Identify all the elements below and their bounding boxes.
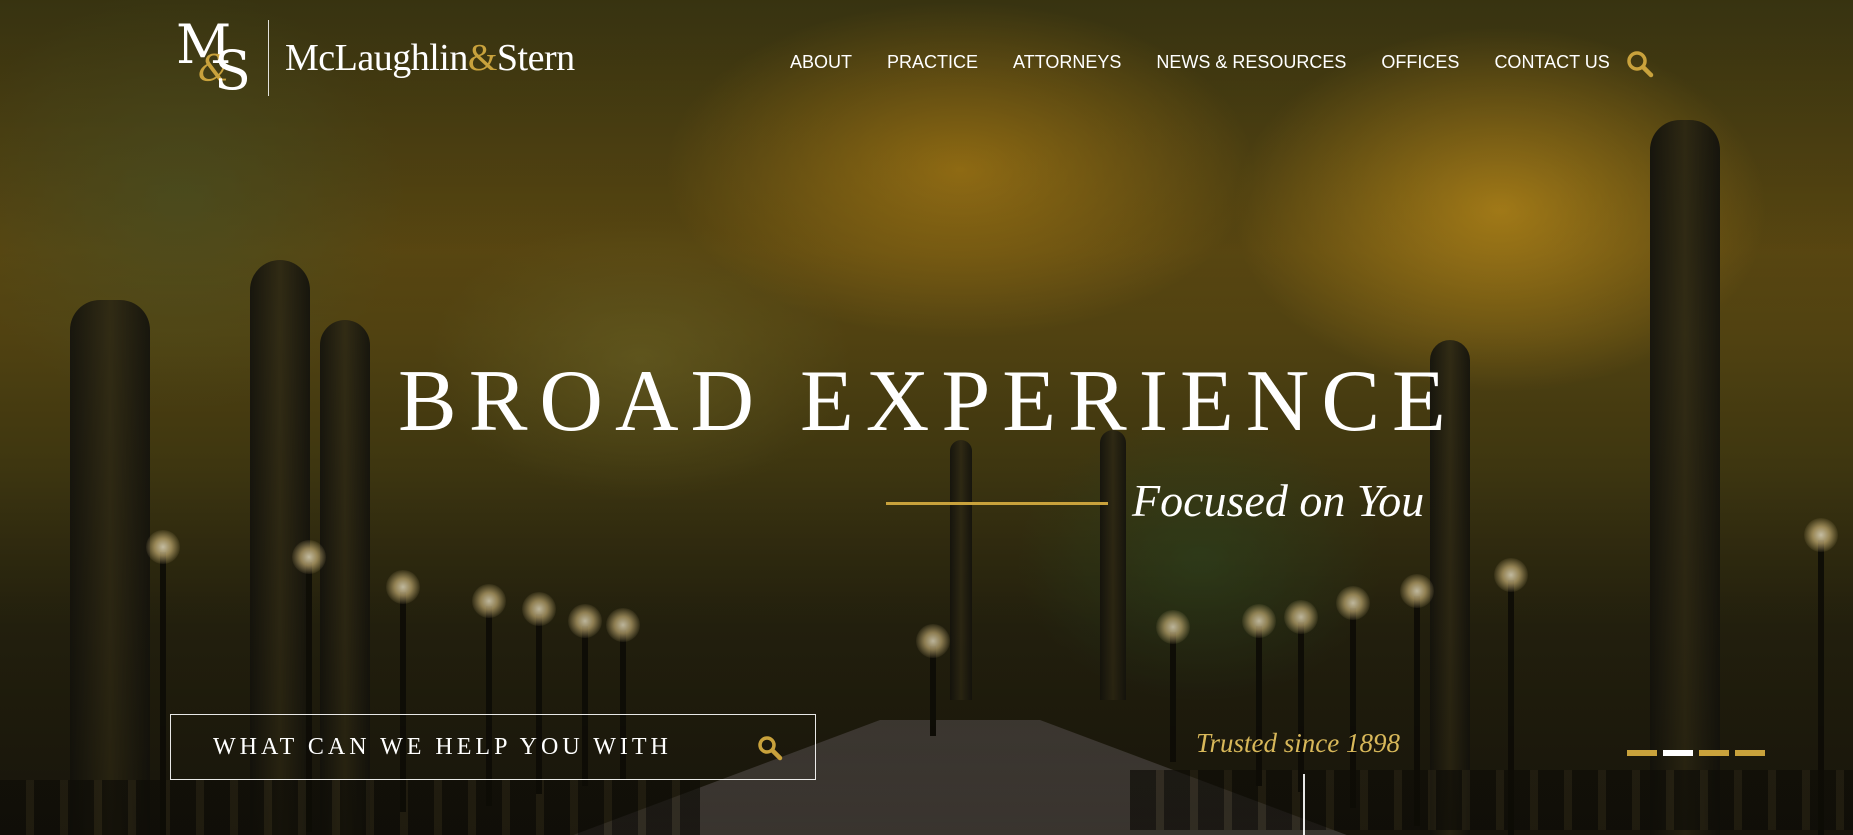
slider-dot-2[interactable] bbox=[1663, 750, 1693, 756]
nav-about[interactable]: ABOUT bbox=[790, 52, 852, 73]
nav-offices[interactable]: OFFICES bbox=[1381, 52, 1459, 73]
slider-dot-4[interactable] bbox=[1735, 750, 1765, 756]
logo-name-amp: & bbox=[467, 37, 498, 79]
logo-name-first: McLaughlin bbox=[285, 37, 468, 79]
help-search-input[interactable]: WHAT CAN WE HELP YOU WITH bbox=[170, 714, 816, 780]
trusted-vertical-rule bbox=[1303, 774, 1305, 835]
slider-pagination bbox=[1627, 750, 1765, 756]
nav-attorneys[interactable]: ATTORNEYS bbox=[1013, 52, 1121, 73]
slider-dot-3[interactable] bbox=[1699, 750, 1729, 756]
logo-monogram-s: S bbox=[214, 39, 251, 102]
search-icon[interactable] bbox=[757, 735, 783, 761]
hero-tagline: Focused on You bbox=[1132, 475, 1425, 526]
hero-headline: BROAD EXPERIENCE bbox=[398, 353, 1458, 450]
trusted-since-text: Trusted since 1898 bbox=[1196, 728, 1401, 758]
tagline-rule bbox=[886, 502, 1108, 505]
search-icon[interactable] bbox=[1626, 50, 1654, 78]
logo-name-last: Stern bbox=[496, 37, 575, 79]
main-nav: ABOUT PRACTICE ATTORNEYS NEWS & RESOURCE… bbox=[790, 52, 1645, 73]
hero-banner: M & S McLaughlin&Stern ABOUT PRACTICE AT… bbox=[0, 0, 1853, 835]
logo-monogram: M & S bbox=[176, 18, 258, 98]
hero-tagline-wrap: Focused on You bbox=[886, 474, 1424, 527]
help-search-placeholder: WHAT CAN WE HELP YOU WITH bbox=[213, 733, 672, 760]
logo-divider bbox=[268, 20, 269, 96]
logo-wordmark: McLaughlin&Stern bbox=[285, 36, 575, 80]
site-logo[interactable]: M & S McLaughlin&Stern bbox=[176, 18, 575, 98]
nav-news-resources[interactable]: NEWS & RESOURCES bbox=[1156, 52, 1346, 73]
nav-practice[interactable]: PRACTICE bbox=[887, 52, 978, 73]
slider-dot-1[interactable] bbox=[1627, 750, 1657, 756]
nav-contact-us[interactable]: CONTACT US bbox=[1494, 52, 1609, 73]
